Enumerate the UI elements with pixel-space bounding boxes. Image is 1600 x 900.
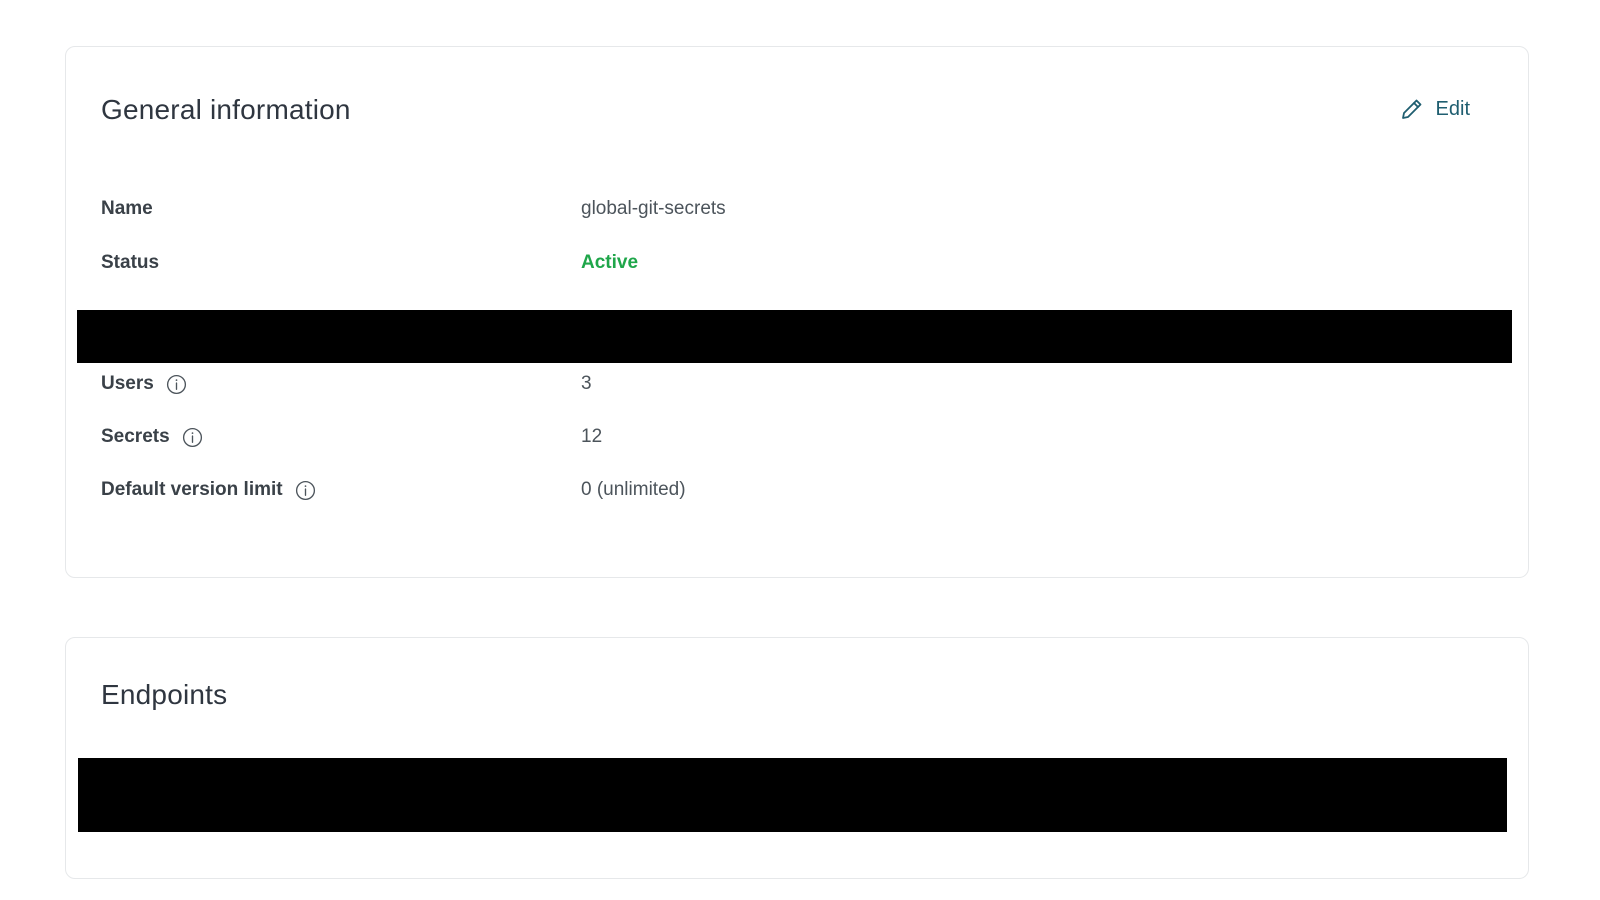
- edit-button[interactable]: Edit: [1400, 97, 1470, 121]
- info-icon[interactable]: [295, 480, 316, 501]
- name-value: global-git-secrets: [581, 198, 726, 219]
- general-information-card: General information Edit Name global-git…: [65, 46, 1529, 578]
- users-value: 3: [581, 373, 592, 394]
- info-icon[interactable]: [182, 427, 203, 448]
- redacted-block: [77, 310, 1512, 363]
- endpoints-title: Endpoints: [101, 679, 228, 710]
- secrets-label: Secrets: [101, 426, 170, 447]
- status-row: Status Active: [101, 248, 1493, 278]
- users-label: Users: [101, 373, 154, 394]
- name-label: Name: [101, 198, 153, 219]
- status-badge: Active: [581, 252, 639, 273]
- secrets-row: Secrets 12: [101, 422, 1493, 452]
- default-version-limit-value: 0 (unlimited): [581, 479, 686, 500]
- edit-label: Edit: [1435, 97, 1470, 120]
- pencil-icon: [1400, 97, 1424, 121]
- status-label: Status: [101, 252, 160, 273]
- default-version-limit-row: Default version limit 0 (unlimited): [101, 475, 1493, 505]
- redacted-block: [78, 758, 1507, 832]
- name-row: Name global-git-secrets: [101, 194, 1493, 224]
- users-row: Users 3: [101, 369, 1493, 399]
- secrets-value: 12: [581, 426, 603, 447]
- default-version-limit-label: Default version limit: [101, 479, 283, 500]
- endpoints-card: Endpoints: [65, 637, 1529, 879]
- info-icon[interactable]: [166, 374, 187, 395]
- general-information-title: General information: [101, 94, 351, 125]
